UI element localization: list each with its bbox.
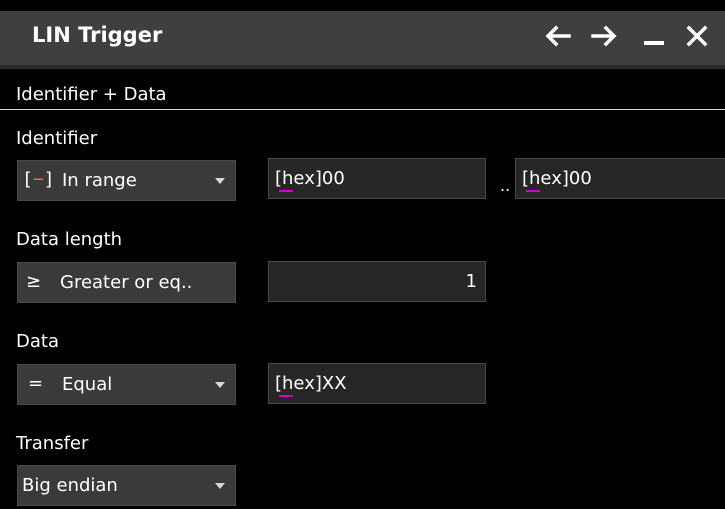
caret-down-icon [215, 382, 225, 388]
hex-prefix: [hex] [275, 168, 322, 192]
data-length-condition-value: Greater or eq.. [60, 272, 193, 293]
identifier-condition-value: In range [62, 170, 137, 191]
data-length-value: 1 [465, 271, 477, 292]
close-button[interactable] [680, 19, 714, 53]
close-icon [686, 25, 708, 47]
identifier-max-field[interactable]: [hex] 00 [515, 158, 725, 199]
data-length-label: Data length [16, 229, 123, 250]
data-label: Data [16, 331, 59, 352]
transfer-dropdown[interactable]: Big endian [17, 465, 236, 506]
hex-prefix: [hex] [275, 373, 322, 397]
section-title: Identifier + Data [16, 84, 167, 105]
data-condition-value: Equal [62, 374, 113, 395]
data-condition-dropdown[interactable]: = Equal [17, 364, 236, 405]
transfer-label: Transfer [16, 433, 89, 454]
caret-down-icon [215, 178, 225, 184]
in-range-icon: [−] [22, 169, 55, 190]
transfer-value: Big endian [22, 475, 118, 496]
data-length-condition-dropdown[interactable]: ≥ Greater or eq.. [17, 262, 236, 303]
data-length-field[interactable]: 1 [268, 261, 486, 302]
equal-icon: = [28, 373, 44, 394]
identifier-max-text: [hex] 00 [522, 168, 592, 192]
identifier-label: Identifier [16, 128, 98, 149]
minimize-button[interactable] [637, 19, 671, 53]
hex-prefix: [hex] [522, 168, 569, 192]
title-bar[interactable]: LIN Trigger [0, 11, 725, 69]
lin-trigger-dialog: LIN Trigger Identifier + Data Identifier… [0, 0, 725, 509]
arrow-left-icon [545, 25, 571, 47]
data-pattern-field[interactable]: [hex] XX [268, 363, 486, 404]
data-pattern-text: [hex] XX [275, 373, 347, 397]
identifier-min-text: [hex] 00 [275, 168, 345, 192]
minimize-icon [644, 41, 664, 45]
range-separator: .. [500, 176, 511, 195]
back-button[interactable] [540, 19, 574, 53]
section-divider [0, 109, 725, 110]
caret-down-icon [215, 483, 225, 489]
arrow-right-icon [591, 25, 617, 47]
dialog-title: LIN Trigger [32, 23, 163, 47]
identifier-condition-dropdown[interactable]: [−] In range [17, 160, 236, 201]
identifier-min-field[interactable]: [hex] 00 [268, 158, 486, 199]
forward-button[interactable] [588, 19, 622, 53]
greater-equal-icon: ≥ [26, 271, 42, 292]
